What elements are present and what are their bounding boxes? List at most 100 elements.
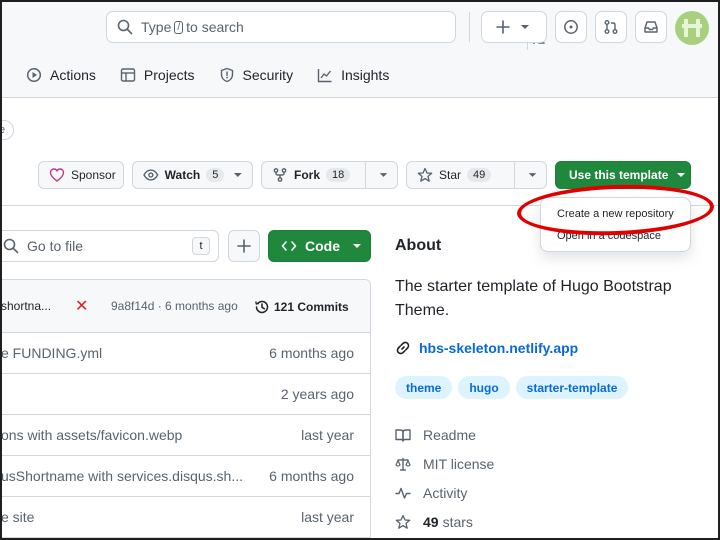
add-file-button[interactable]	[228, 230, 260, 262]
tab-projects[interactable]: Projects	[108, 58, 207, 92]
tab-label: Security	[242, 67, 294, 83]
chevron-down-icon	[677, 173, 686, 177]
link-icon	[396, 341, 410, 355]
file-row: 2 years ago	[0, 374, 370, 415]
template-menu: Create a new repository Open in a codesp…	[540, 197, 691, 252]
watch-label: Watch	[164, 168, 201, 182]
tab-actions[interactable]: Actions	[0, 58, 108, 92]
topic-tag[interactable]: hugo	[458, 376, 510, 399]
commits-link[interactable]: 121 Commits	[254, 299, 349, 315]
file-list: shortna... ✕ 9a8f14d · 6 months ago 121 …	[0, 279, 371, 540]
homepage-url: hbs-skeleton.netlify.app	[419, 340, 579, 356]
avatar-glyph-icon	[682, 19, 702, 37]
tab-security[interactable]: Security	[207, 58, 306, 92]
commits-count: 121 Commits	[274, 300, 349, 314]
eye-icon	[143, 169, 159, 181]
activity-link[interactable]: Activity	[395, 478, 494, 507]
law-scale-icon	[395, 457, 411, 471]
global-search-input[interactable]: Type / to search	[106, 11, 545, 50]
file-age: last year	[301, 509, 354, 525]
star-label: Star	[439, 168, 462, 182]
file-row: e site last year	[0, 497, 370, 538]
search-suffix: to search	[186, 19, 244, 35]
file-commit-message[interactable]: usShortname with services.disqus.sh...	[1, 468, 243, 484]
menu-item-open-codespace[interactable]: Open in a codespace	[541, 225, 690, 247]
inbox-button[interactable]	[635, 11, 667, 43]
code-label: Code	[305, 238, 340, 254]
chevron-down-icon	[528, 173, 537, 177]
license-link[interactable]: MIT license	[395, 449, 494, 478]
issue-circle-icon	[564, 20, 578, 34]
pulse-icon	[395, 487, 411, 499]
sponsor-button[interactable]: Sponsor	[38, 161, 124, 189]
create-new-button[interactable]	[481, 11, 547, 43]
watch-count: 5	[206, 168, 225, 182]
star-icon	[395, 514, 411, 529]
file-row: ons with assets/favicon.webp last year	[0, 415, 370, 456]
fork-button[interactable]: Fork 18	[261, 161, 398, 189]
search-shortcut-key: /	[174, 20, 184, 34]
search-icon	[3, 238, 19, 254]
file-commit-message[interactable]: e FUNDING.yml	[1, 345, 102, 361]
visibility-label: e	[0, 120, 15, 140]
plus-icon	[496, 20, 510, 34]
search-prefix: Type	[141, 19, 172, 35]
commit-message[interactable]: shortna...	[1, 299, 51, 313]
about-metadata: Readme MIT license Activity 49 stars	[395, 420, 494, 536]
topic-tag[interactable]: starter-template	[515, 376, 629, 399]
sponsor-label: Sponsor	[71, 168, 116, 182]
stars-label: stars	[442, 513, 473, 530]
activity-label: Activity	[423, 484, 468, 501]
homepage-link[interactable]: hbs-skeleton.netlify.app	[395, 340, 578, 356]
go-to-file-placeholder: Go to file	[27, 238, 84, 254]
chevron-down-icon	[379, 173, 388, 177]
file-row: usShortname with services.disqus.sh... 6…	[0, 456, 370, 497]
tab-label: Projects	[143, 67, 195, 83]
fork-icon	[273, 168, 287, 182]
go-to-file-shortcut: t	[192, 237, 210, 255]
tab-insights[interactable]: Insights	[305, 58, 401, 92]
file-commit-message[interactable]: ons with assets/favicon.webp	[1, 427, 182, 443]
license-label: MIT license	[423, 455, 495, 472]
star-button[interactable]: Star 49	[406, 161, 547, 189]
commit-meta[interactable]: 9a8f14d · 6 months ago	[111, 299, 238, 313]
pull-requests-button[interactable]	[595, 11, 627, 43]
tab-label: Actions	[50, 67, 96, 83]
readme-link[interactable]: Readme	[395, 420, 494, 449]
about-description: The starter template of Hugo Bootstrap T…	[395, 278, 672, 319]
stars-link[interactable]: 49 stars	[395, 507, 494, 536]
chevron-down-icon	[353, 244, 361, 248]
issues-button[interactable]	[555, 11, 587, 43]
latest-commit-row: shortna... ✕ 9a8f14d · 6 months ago 121 …	[0, 280, 370, 333]
play-circle-icon	[26, 67, 42, 83]
star-count: 49	[467, 168, 492, 182]
heart-icon	[49, 168, 65, 182]
code-button[interactable]: Code	[268, 230, 371, 262]
file-age: 2 years ago	[280, 386, 354, 402]
star-dropdown[interactable]	[514, 162, 546, 188]
file-commit-message[interactable]: e site	[1, 509, 34, 525]
use-template-label: Use this template	[569, 168, 669, 182]
file-age: last year	[301, 427, 354, 443]
menu-item-create-repository[interactable]: Create a new repository	[541, 203, 690, 225]
fork-dropdown[interactable]	[365, 162, 397, 188]
topic-tag[interactable]: theme	[395, 376, 453, 399]
file-row: e FUNDING.yml 6 months ago	[0, 333, 370, 374]
go-to-file-input[interactable]: Go to file t	[0, 230, 219, 262]
use-template-button[interactable]: Use this template	[555, 161, 691, 189]
topic-list: theme hugo starter-template	[395, 376, 629, 399]
table-icon	[120, 68, 136, 82]
fork-label: Fork	[294, 168, 321, 182]
commit-status-failed[interactable]: ✕	[75, 296, 88, 316]
stars-count: 49	[423, 513, 439, 530]
fork-count: 18	[326, 168, 351, 182]
tab-label: Insights	[341, 67, 390, 83]
file-age: 6 months ago	[269, 468, 354, 484]
watch-button[interactable]: Watch 5	[132, 161, 253, 189]
user-avatar[interactable]	[675, 11, 709, 45]
search-icon	[117, 19, 133, 35]
star-icon	[417, 167, 433, 182]
about-heading: About	[395, 237, 442, 254]
chevron-down-icon	[521, 25, 529, 29]
history-icon	[255, 300, 269, 314]
